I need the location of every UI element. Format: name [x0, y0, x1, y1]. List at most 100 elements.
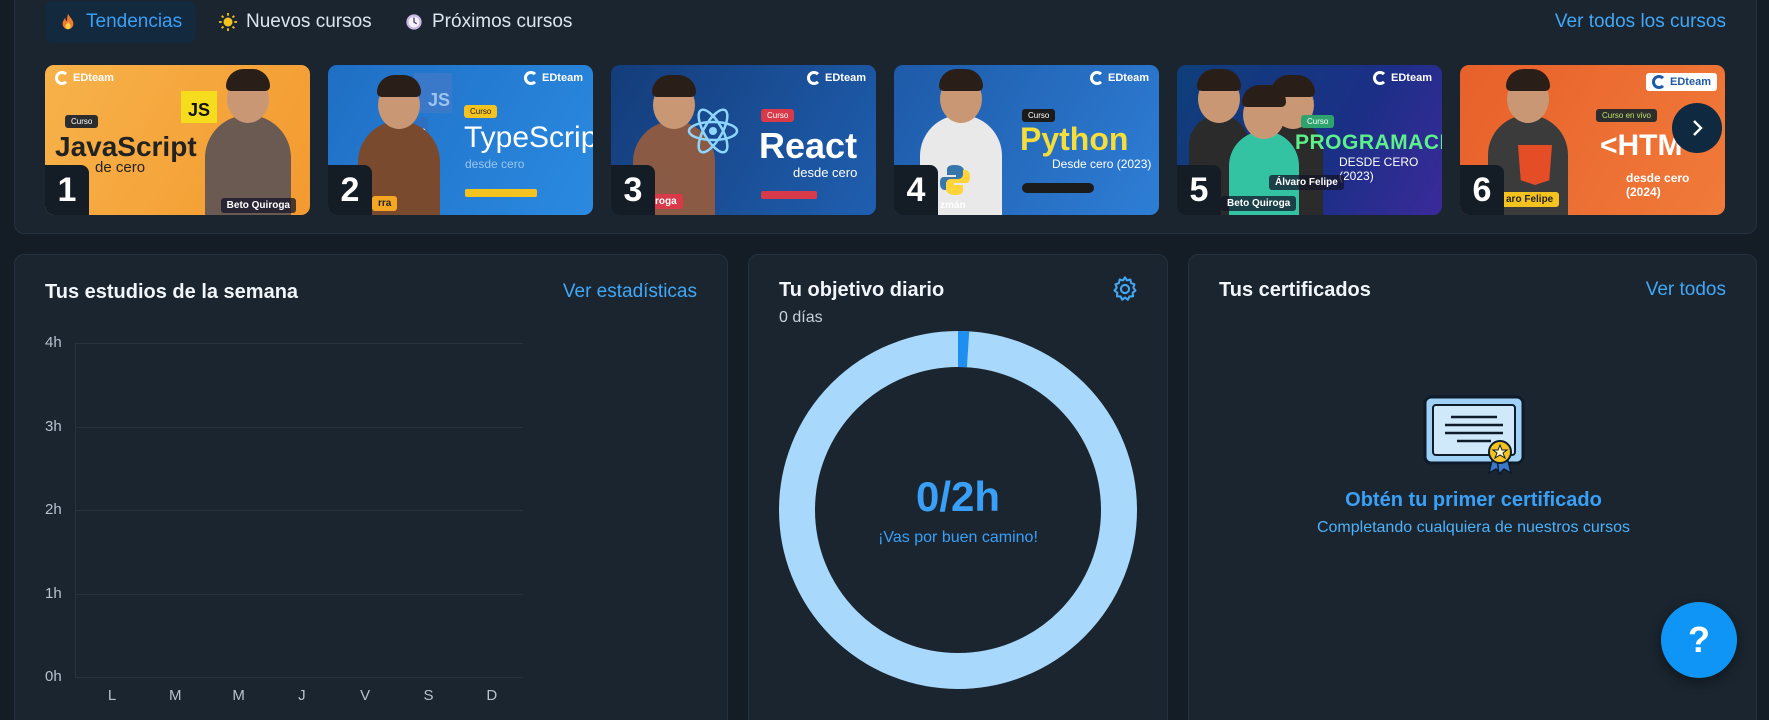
course-title: TypeScript — [464, 121, 593, 154]
x-tick-label: S — [423, 687, 434, 704]
daily-goal-panel: Tu objetivo diario 0 días 0/2h ¡Vas por … — [748, 254, 1168, 720]
course-tag: Curso — [761, 109, 795, 122]
rank-number: 6 — [1460, 165, 1504, 215]
course-carousel: EDteam Curso JS JavaScript de cero Beto … — [45, 65, 1735, 215]
x-tick-label: L — [107, 687, 117, 704]
course-subtitle: desde cero — [465, 157, 525, 171]
rank-number: 2 — [328, 165, 372, 215]
brand-logo: EDteam — [55, 71, 114, 85]
tab-new-courses-label: Nuevos cursos — [246, 11, 372, 32]
course-title: <HTM — [1600, 129, 1683, 162]
instructor-name: rra — [372, 196, 398, 211]
js-logo: JS — [181, 91, 217, 123]
html5-logo-icon — [1518, 145, 1552, 185]
instructor-name-secondary: Álvaro Felipe — [1269, 175, 1344, 190]
course-card-react[interactable]: EDteam Curso React desde cero roga 3 — [611, 65, 876, 215]
y-axis-line — [75, 343, 76, 677]
x-tick-label: M — [232, 687, 245, 704]
edteam-logo-icon — [807, 71, 822, 85]
x-tick-label: V — [360, 687, 371, 704]
course-title: React — [759, 125, 858, 166]
course-card-javascript[interactable]: EDteam Curso JS JavaScript de cero Beto … — [45, 65, 310, 215]
y-tick-label: 1h — [45, 584, 62, 602]
course-tag: Curso en vivo — [1596, 109, 1657, 122]
first-certificate-heading: Obtén tu primer certificado — [1345, 489, 1602, 511]
course-card-python[interactable]: EDteam Curso Python Desde cero (2023) zm… — [894, 65, 1159, 215]
edteam-logo-icon — [524, 71, 539, 85]
gear-icon[interactable] — [1111, 275, 1139, 303]
course-subtitle: DESDE CERO (2023) — [1339, 155, 1419, 183]
course-tabs: Tendencias Nuevos cursos Próximos cursos — [45, 1, 1726, 43]
carousel-next-button[interactable] — [1672, 103, 1722, 153]
x-tick-label: J — [298, 687, 306, 704]
course-subtitle: desde cero (2024) — [1626, 171, 1690, 199]
brand-logo: EDteam — [1373, 71, 1432, 85]
courses-panel: Tendencias Nuevos cursos Próximos cursos — [14, 0, 1757, 234]
rank-number: 1 — [45, 165, 89, 215]
y-tick-label: 4h — [45, 334, 62, 351]
chevron-right-icon — [1693, 120, 1703, 136]
rank-number: 5 — [1177, 165, 1221, 215]
goal-streak-days: 0 días — [779, 309, 823, 326]
instructor-name: aro Felipe — [1500, 192, 1560, 207]
course-card-typescript[interactable]: EDteam JS TS Curso TypeScript desde cero… — [328, 65, 593, 215]
course-title: Python — [1020, 121, 1129, 157]
grid-line — [75, 426, 523, 428]
tab-upcoming-courses-label: Próximos cursos — [432, 11, 573, 32]
edteam-logo-icon — [1373, 71, 1388, 85]
course-subtitle: de cero — [95, 159, 146, 176]
course-tag: Curso — [1301, 115, 1335, 128]
view-statistics-link[interactable]: Ver estadísticas — [563, 281, 697, 303]
course-tag: Curso — [464, 105, 498, 118]
goal-progress-value: 0/2h — [915, 473, 1001, 520]
edteam-logo-icon — [1652, 75, 1667, 89]
python-logo-icon — [940, 165, 970, 195]
view-all-certificates-link[interactable]: Ver todos — [1646, 279, 1726, 301]
tab-trending-label: Tendencias — [86, 11, 183, 32]
course-tag: Curso — [65, 115, 99, 128]
first-certificate-hint: Completando cualquiera de nuestros curso… — [1316, 519, 1631, 536]
instructor-name: Beto Quiroga — [1221, 196, 1297, 211]
course-subtitle: Desde cero (2023) — [1052, 157, 1152, 171]
course-subtitle: desde cero — [793, 165, 858, 180]
grid-line — [75, 593, 523, 595]
course-url-pill — [1022, 183, 1094, 193]
brand-logo: EDteam — [1646, 73, 1717, 91]
daily-goal-title: Tu objetivo diario — [779, 279, 945, 301]
course-url-pill — [761, 191, 817, 199]
grid-line — [75, 343, 523, 344]
react-logo-icon — [687, 108, 739, 154]
see-all-courses-link[interactable]: Ver todos los cursos — [1555, 1, 1726, 43]
weekly-study-panel: Tus estudios de la semana Ver estadístic… — [14, 254, 728, 720]
y-tick-label: 0h — [45, 668, 62, 685]
rank-number: 3 — [611, 165, 655, 215]
grid-line — [75, 677, 523, 678]
instructor-name: Beto Quiroga — [220, 198, 296, 213]
rank-number: 4 — [894, 165, 938, 215]
grid-line — [75, 510, 523, 511]
brand-logo: EDteam — [807, 71, 866, 85]
tab-upcoming-courses[interactable]: Próximos cursos — [391, 1, 586, 43]
weekly-study-title: Tus estudios de la semana — [45, 281, 299, 303]
y-tick-label: 3h — [45, 417, 62, 435]
certificates-title: Tus certificados — [1219, 279, 1371, 301]
course-title: PROGRAMACIÓN — [1295, 131, 1442, 154]
edteam-logo-icon — [55, 71, 69, 85]
tab-trending[interactable]: Tendencias — [45, 1, 197, 43]
edteam-logo-icon — [1090, 71, 1105, 85]
course-card-programacion[interactable]: EDteam Curso PROGRAMACIÓN DESDE CERO (20… — [1177, 65, 1442, 215]
certificate-icon — [1423, 395, 1525, 475]
goal-encouragement: ¡Vas por buen camino! — [878, 529, 1038, 546]
x-tick-label: D — [486, 687, 498, 704]
tab-new-courses[interactable]: Nuevos cursos — [205, 1, 386, 43]
course-url-pill — [465, 189, 537, 197]
clock-icon — [406, 14, 422, 30]
fire-icon — [62, 13, 74, 30]
brand-logo: EDteam — [524, 71, 583, 85]
x-tick-label: M — [169, 687, 182, 704]
brand-logo: EDteam — [1090, 71, 1149, 85]
instructor-name: zmán — [940, 200, 966, 211]
sun-icon — [219, 13, 237, 31]
y-tick-label: 2h — [45, 501, 62, 518]
help-button[interactable]: ? — [1661, 602, 1737, 678]
